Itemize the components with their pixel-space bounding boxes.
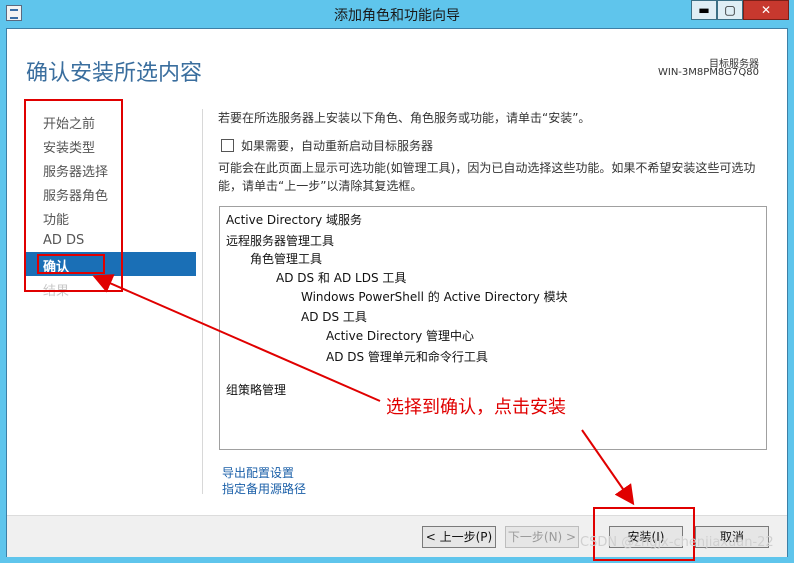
arrow-to-install bbox=[581, 429, 635, 506]
annotation-arrows bbox=[92, 274, 635, 506]
watermark: CSDN @zngjx-chenjiaxuan-22 bbox=[580, 535, 774, 550]
annotation-text: 选择到确认，点击安装 bbox=[386, 397, 566, 418]
arrow-to-confirmation bbox=[92, 274, 381, 402]
